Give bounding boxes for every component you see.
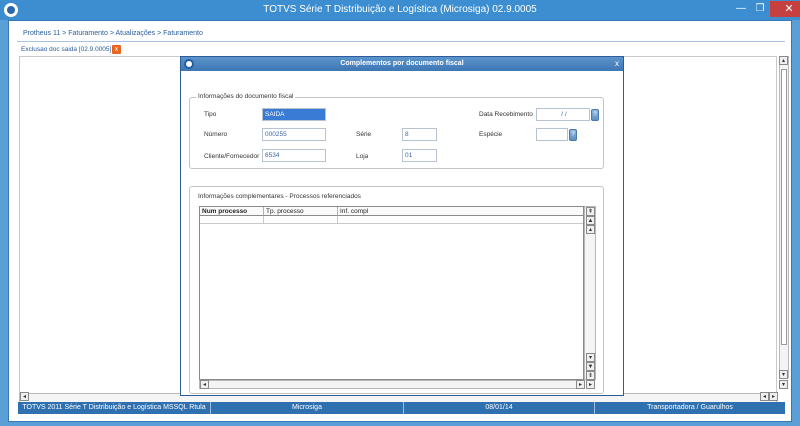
status-product: TOTVS 2011 Série T Distribuição e Logíst…	[18, 402, 211, 414]
tipo-field[interactable]: SAIDA	[262, 108, 326, 121]
data-recebimento-field[interactable]: / /	[536, 108, 590, 121]
fiscal-info-legend: Informações do documento fiscal	[196, 93, 296, 100]
tab-close-icon[interactable]: x	[112, 45, 121, 54]
especie-field[interactable]	[536, 128, 568, 141]
especie-lookup-icon[interactable]: ?	[569, 129, 577, 141]
column-header-tp-processo[interactable]: Tp. processo	[264, 207, 338, 216]
scroll-page-up-icon[interactable]: ▲	[586, 216, 595, 225]
title-bar: TOTVS Série T Distribuição e Logística (…	[0, 0, 800, 20]
window-title: TOTVS Série T Distribuição e Logística (…	[263, 4, 537, 15]
column-header-inf-compl[interactable]: Inf. compl	[338, 207, 583, 216]
calendar-picker-icon[interactable]: ?	[591, 109, 599, 121]
loja-field[interactable]: 01	[402, 149, 437, 162]
scroll-top-icon[interactable]: ⇞	[586, 207, 595, 216]
scroll-right-icon[interactable]: ▸	[576, 380, 585, 389]
cliente-fornecedor-field[interactable]: 6534	[262, 149, 326, 162]
scroll-thumb[interactable]	[781, 69, 787, 345]
scroll-page-down-icon[interactable]: ▼	[586, 362, 595, 371]
status-date: 08/01/14	[404, 402, 595, 414]
scroll-up-icon[interactable]: ▴	[586, 225, 595, 234]
process-grid[interactable]: Num processo Tp. processo Inf. compl	[199, 206, 584, 380]
dialog-close-icon[interactable]: x	[612, 59, 622, 69]
breadcrumb[interactable]: Protheus 11 > Faturamento > Atualizações…	[23, 30, 203, 37]
serie-field[interactable]: 8	[402, 128, 437, 141]
main-scroll-bottom-icon[interactable]: ▾	[779, 380, 788, 389]
grid-horizontal-scrollbar[interactable]	[199, 380, 584, 389]
document-tab[interactable]: Exclusao doc saida [02.9.0005]	[21, 46, 111, 53]
loja-label: Loja	[356, 153, 369, 160]
data-recebimento-label: Data Recebimento	[479, 111, 533, 118]
scroll-down-icon[interactable]: ▾	[586, 353, 595, 362]
cliente-fornecedor-label: Cliente/Fornecedor	[204, 153, 260, 160]
serie-label: Série	[356, 131, 372, 138]
main-vertical-scrollbar[interactable]	[779, 56, 789, 378]
column-header-num-processo[interactable]: Num processo	[200, 207, 264, 216]
table-cell[interactable]	[264, 216, 338, 224]
status-branch: Transportadora / Guarulhos	[647, 404, 733, 411]
main-scroll-right-icon[interactable]: ◂	[760, 392, 769, 401]
main-scroll-up-icon[interactable]: ▴	[779, 56, 788, 65]
dialog-title: Complementos por documento fiscal	[181, 57, 623, 71]
status-system: Microsiga	[211, 402, 404, 414]
process-info-legend: Informações complementares - Processos r…	[196, 193, 363, 200]
scroll-bottom-icon[interactable]: ⇟	[586, 371, 595, 380]
table-cell[interactable]	[200, 216, 264, 224]
scroll-left-icon[interactable]: ◂	[200, 380, 209, 389]
table-cell[interactable]	[338, 216, 583, 224]
splitter-arrow-icon[interactable]: ◂	[9, 222, 15, 234]
status-bar: TOTVS 2011 Série T Distribuição e Logíst…	[18, 402, 785, 414]
main-scroll-left-icon[interactable]: ◂	[20, 392, 29, 401]
close-button[interactable]: ✕	[770, 1, 800, 17]
especie-label: Espécie	[479, 131, 503, 138]
tipo-label: Tipo	[204, 111, 217, 118]
divider	[17, 41, 785, 42]
scroll-end-icon[interactable]: ▸	[586, 380, 595, 389]
restore-button[interactable]: ❐	[752, 1, 768, 17]
numero-label: Número	[204, 131, 228, 138]
main-scroll-end-icon[interactable]: ▸	[769, 392, 778, 401]
minimize-button[interactable]: —	[733, 1, 749, 17]
dialog-app-icon	[184, 59, 194, 69]
numero-field[interactable]: 000255	[262, 128, 326, 141]
main-scroll-down-icon[interactable]: ▾	[779, 370, 788, 379]
